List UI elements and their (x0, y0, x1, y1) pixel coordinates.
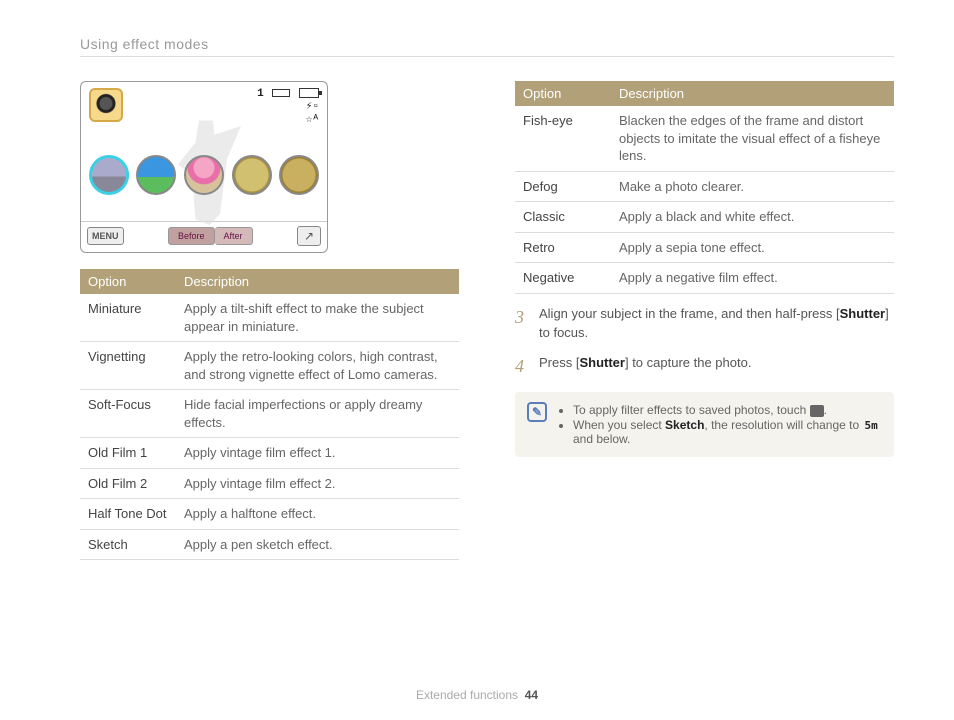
note-line-2: When you select Sketch, the resolution w… (573, 418, 882, 446)
resolution-5m-icon: 5m (863, 419, 880, 432)
share-button[interactable]: ↗ (297, 226, 321, 246)
table-row: Half Tone DotApply a halftone effect. (80, 499, 459, 530)
table-row: Soft-FocusHide facial imperfections or a… (80, 390, 459, 438)
gallery-filter-icon (810, 405, 824, 417)
options-table-1: Option Description MiniatureApply a tilt… (80, 269, 459, 560)
before-button[interactable]: Before (168, 227, 215, 245)
page-footer: Extended functions 44 (0, 688, 954, 702)
table-row: NegativeApply a negative film effect. (515, 263, 894, 294)
options-table-2: Option Description Fish-eyeBlacken the e… (515, 81, 894, 294)
flash-icon: ⚡▫ (257, 101, 319, 114)
table-row: ClassicApply a black and white effect. (515, 202, 894, 233)
page-number: 44 (525, 688, 538, 702)
table-header-description: Description (176, 269, 459, 294)
filter-thumb-1[interactable] (89, 155, 129, 195)
note-box: ✎ To apply filter effects to saved photo… (515, 392, 894, 457)
table-row: MiniatureApply a tilt-shift effect to ma… (80, 294, 459, 342)
table-header-description: Description (611, 81, 894, 106)
filter-thumb-4[interactable] (232, 155, 272, 195)
indicator-number: 1 (257, 88, 264, 100)
page-title: Using effect modes (80, 36, 894, 57)
camera-lcd-preview: 1 ⚡▫ ☆ᴬ MENU (80, 81, 328, 253)
camera-mode-icon (89, 88, 123, 122)
table-row: Fish-eyeBlacken the edges of the frame a… (515, 106, 894, 171)
table-row: Old Film 2Apply vintage film effect 2. (80, 468, 459, 499)
filter-thumb-3[interactable] (184, 155, 224, 195)
table-row: DefogMake a photo clearer. (515, 171, 894, 202)
status-indicators: 1 ⚡▫ ☆ᴬ (257, 88, 319, 127)
table-row: VignettingApply the retro-looking colors… (80, 342, 459, 390)
table-header-option: Option (515, 81, 611, 106)
step-3: 3 Align your subject in the frame, and t… (515, 304, 894, 343)
footer-section: Extended functions (416, 688, 518, 702)
step-number: 3 (515, 304, 531, 343)
after-button[interactable]: After (215, 227, 253, 245)
table-row: Old Film 1Apply vintage film effect 1. (80, 438, 459, 469)
table-row: RetroApply a sepia tone effect. (515, 232, 894, 263)
filter-thumb-2[interactable] (136, 155, 176, 195)
table-row: SketchApply a pen sketch effect. (80, 529, 459, 560)
note-line-1: To apply filter effects to saved photos,… (573, 403, 882, 417)
menu-button[interactable]: MENU (87, 227, 124, 245)
filter-thumb-5[interactable] (279, 155, 319, 195)
step-4: 4 Press [Shutter] to capture the photo. (515, 353, 894, 380)
filter-carousel (81, 129, 327, 221)
auto-icon: ☆ᴬ (257, 114, 319, 127)
step-number: 4 (515, 353, 531, 380)
table-header-option: Option (80, 269, 176, 294)
battery-icon (299, 88, 319, 98)
note-icon: ✎ (527, 402, 547, 422)
